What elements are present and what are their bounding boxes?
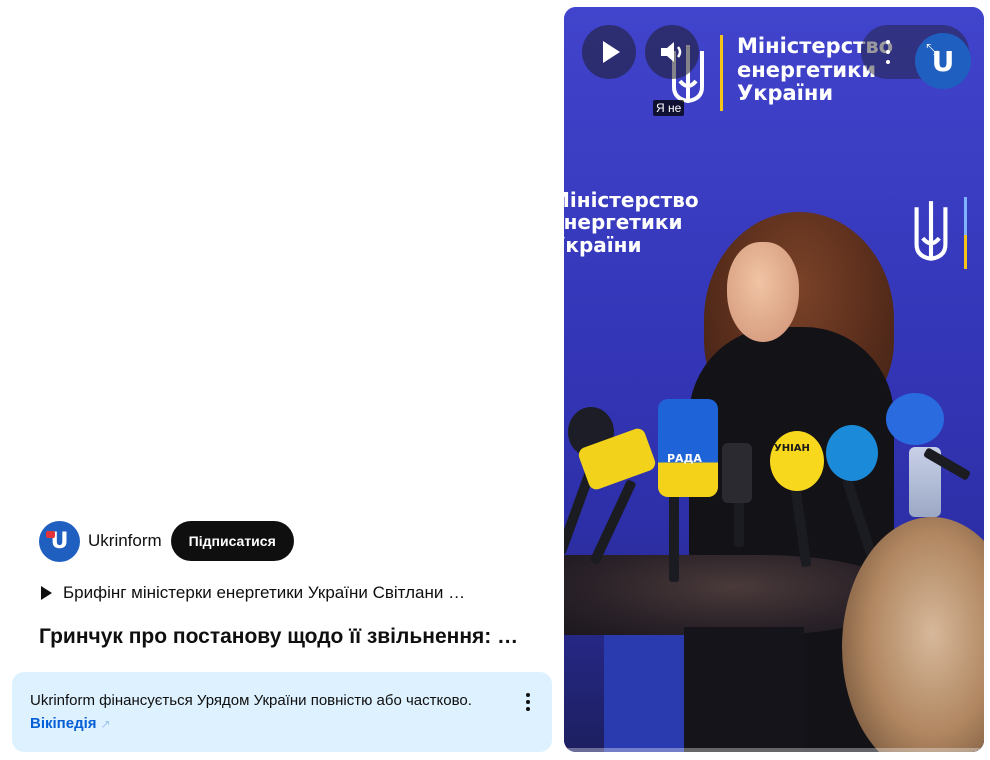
- video-frame: Міністерство енергетики України Міністер…: [564, 7, 984, 752]
- volume-button[interactable]: [645, 25, 699, 79]
- dot-icon: [526, 700, 530, 704]
- progress-fill: [564, 748, 569, 752]
- dot-icon: [526, 693, 530, 697]
- video-player[interactable]: Міністерство енергетики України Міністер…: [564, 7, 984, 752]
- trident-emblem-right-icon: [914, 201, 948, 261]
- playlist-title: Брифінг міністерки енергетики України Св…: [63, 583, 466, 602]
- backdrop-left-line-1: Міністерство: [564, 188, 699, 212]
- info-panel: Ukrinform фінансується Урядом України по…: [12, 672, 552, 752]
- channel-avatar[interactable]: U: [39, 520, 80, 562]
- wikipedia-link[interactable]: Вікіпедія: [30, 715, 97, 732]
- mic-unian: [770, 431, 824, 491]
- backdrop-left-line-2: енергетики: [564, 210, 683, 235]
- shorts-page: U Ukrinform Підписатися Брифінг міністер…: [0, 0, 990, 760]
- info-text: Ukrinform фінансується Урядом України по…: [30, 692, 472, 709]
- more-options-icon[interactable]: [881, 40, 895, 64]
- progress-bar[interactable]: [564, 748, 984, 752]
- mic-rada: [658, 399, 718, 497]
- channel-watermark[interactable]: U: [915, 33, 971, 89]
- info-more-button[interactable]: [518, 690, 538, 714]
- playlist-link[interactable]: Брифінг міністерки енергетики України Св…: [41, 582, 501, 604]
- channel-name[interactable]: Ukrinform: [88, 531, 162, 551]
- backdrop-text-left: Міністерство енергетики України: [564, 188, 699, 257]
- mic-afp: [886, 393, 944, 445]
- subscribe-button[interactable]: Підписатися: [170, 521, 294, 561]
- video-title[interactable]: Гринчук про постанову щодо її звільнення…: [39, 625, 529, 649]
- expand-icon[interactable]: ⤡: [926, 41, 938, 58]
- backdrop-line-3: України: [737, 81, 834, 106]
- avatar-mark: [46, 530, 55, 538]
- dot-icon: [886, 50, 890, 54]
- backdrop-line-yellow: [964, 235, 967, 269]
- mic-black: [722, 443, 752, 503]
- play-button[interactable]: [582, 25, 636, 79]
- table-base: [684, 627, 804, 752]
- external-link-icon: ↗: [100, 717, 111, 731]
- play-icon: [41, 586, 52, 600]
- mic-unian-label: УНІАН: [774, 443, 810, 454]
- volume-icon: [661, 42, 682, 62]
- play-icon: [603, 41, 620, 63]
- speaker-face: [727, 242, 799, 342]
- channel-row: U Ukrinform Підписатися: [39, 520, 294, 562]
- info-text-block: Ukrinform фінансується Урядом України по…: [30, 689, 492, 736]
- volume-tooltip: Я не: [653, 100, 685, 116]
- dot-icon: [886, 60, 890, 64]
- mic-stem: [669, 487, 679, 582]
- dot-icon: [526, 707, 530, 711]
- mic-blue: [826, 425, 878, 481]
- backdrop-line: [720, 35, 723, 111]
- backdrop-line-blue: [964, 197, 967, 235]
- dot-icon: [886, 40, 890, 44]
- mic-rada-label: РАДА: [667, 452, 702, 465]
- backdrop-left-line-3: України: [564, 232, 642, 257]
